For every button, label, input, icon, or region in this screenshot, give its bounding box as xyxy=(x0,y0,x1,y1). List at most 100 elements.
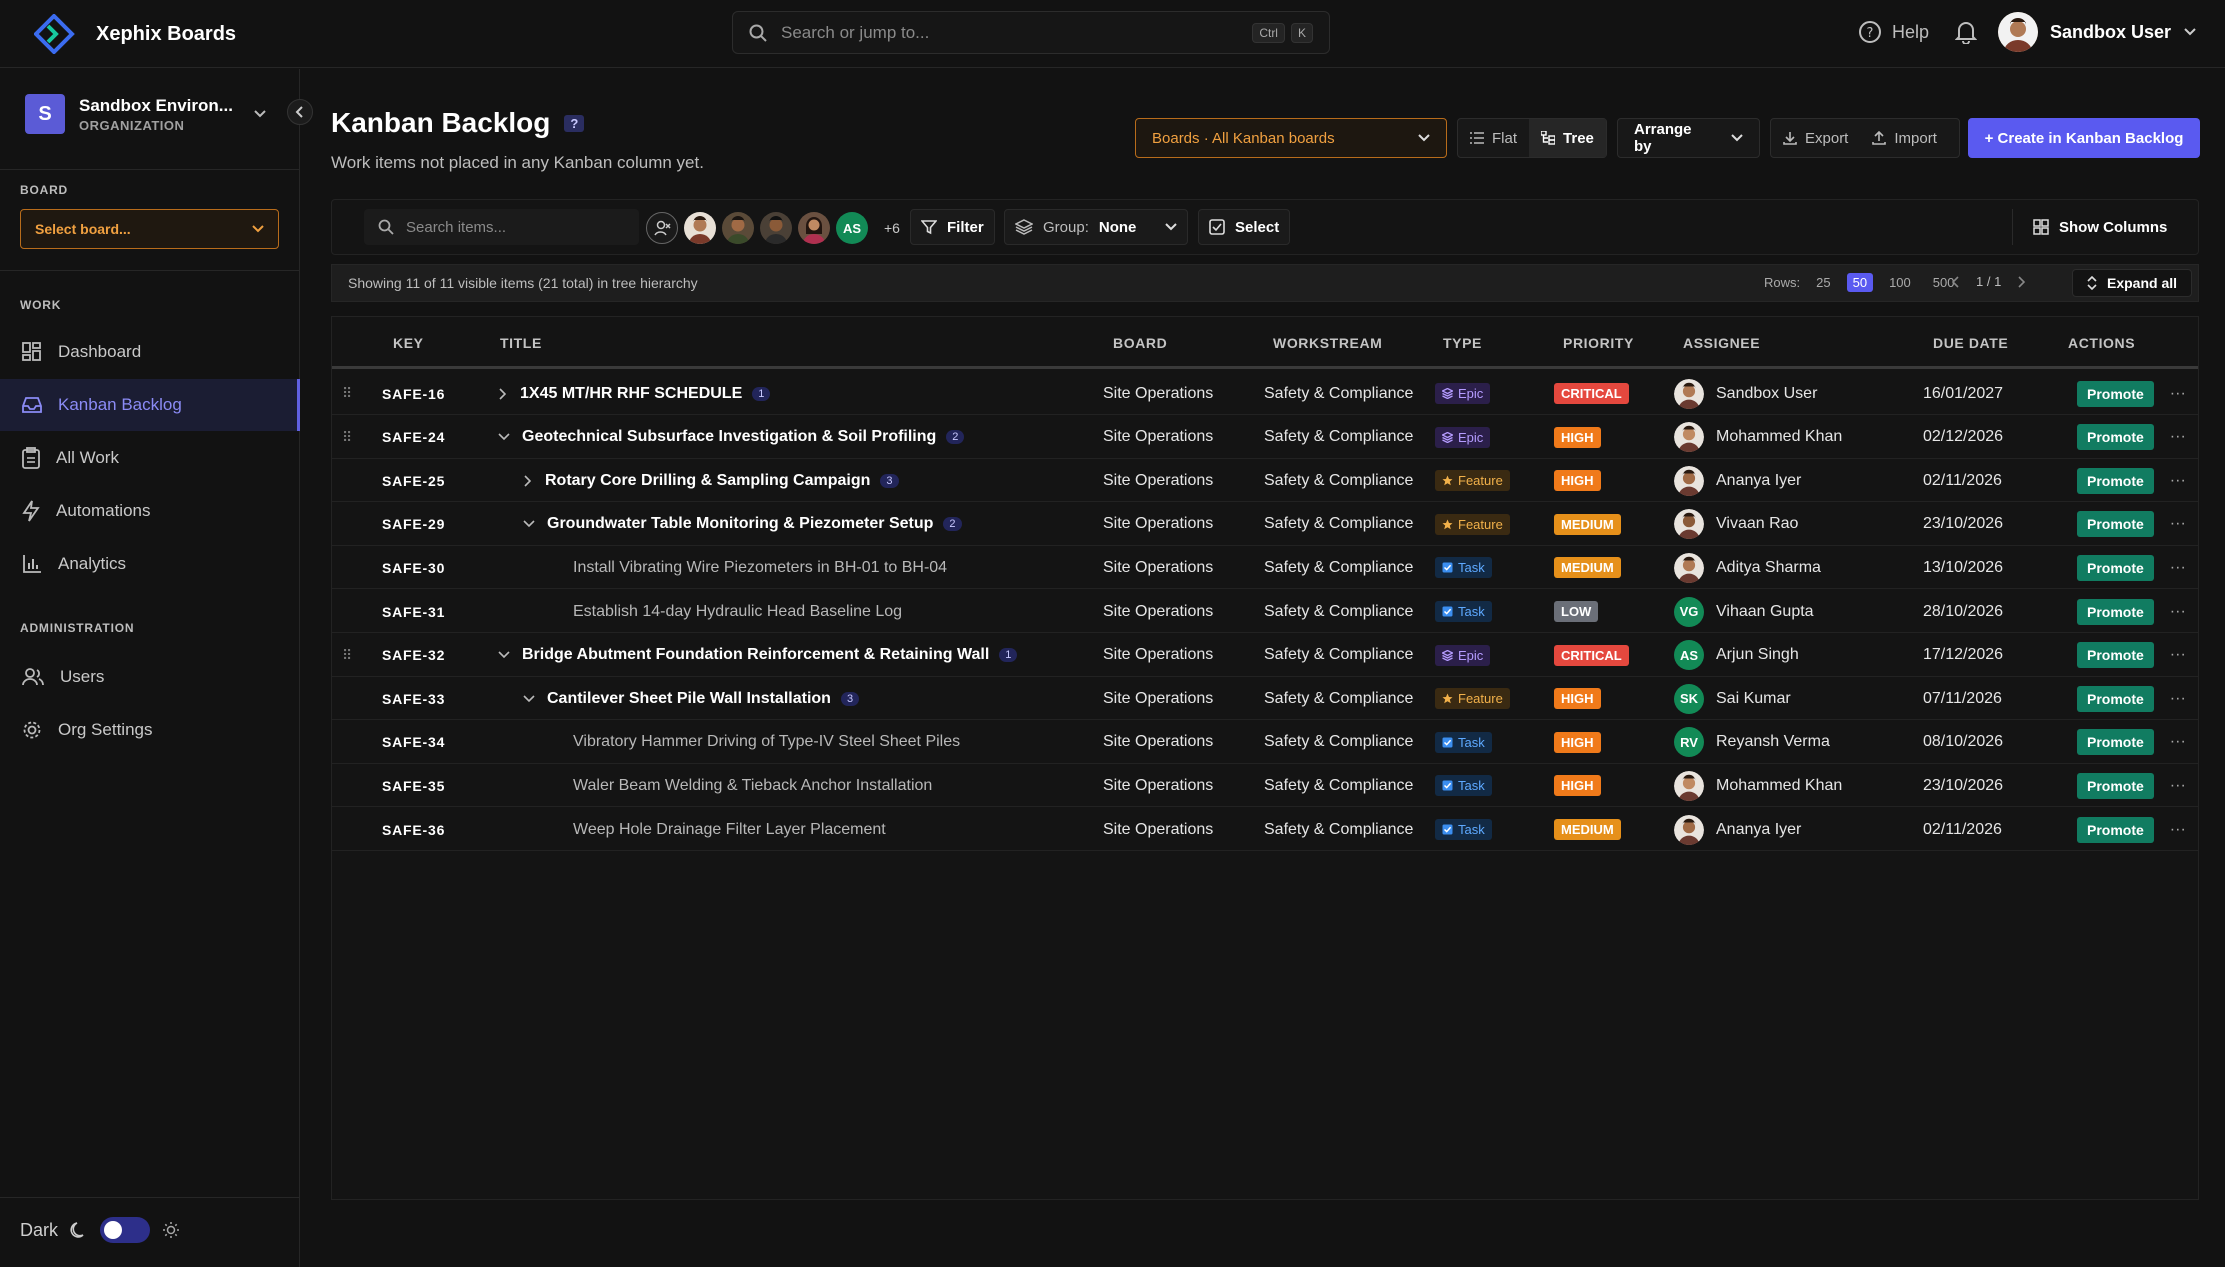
assignee-cell[interactable]: SK Sai Kumar xyxy=(1674,677,1791,720)
sidebar-item-kanban-backlog[interactable]: Kanban Backlog xyxy=(0,379,300,431)
group-by-dropdown[interactable]: Group: None xyxy=(1004,209,1188,245)
table-row[interactable]: SAFE-30 Install Vibrating Wire Piezometer… xyxy=(332,546,2198,590)
filter-button[interactable]: Filter xyxy=(910,209,995,245)
brand[interactable]: Xephix Boards xyxy=(34,14,236,54)
table-row[interactable]: ⠿ SAFE-32 Bridge Abutment Foundation Reinf… xyxy=(332,634,2198,677)
promote-button[interactable]: Promote xyxy=(2077,424,2154,451)
item-title[interactable]: Weep Hole Drainage Filter Layer Placemen… xyxy=(573,821,886,839)
import-button[interactable]: Import xyxy=(1860,119,1949,157)
expand-row-chevron-right-icon[interactable] xyxy=(523,475,531,487)
help-button[interactable]: ? Help xyxy=(1858,20,1929,44)
assignee-cell[interactable]: Vivaan Rao xyxy=(1674,503,1798,546)
promote-button[interactable]: Promote xyxy=(2077,554,2154,581)
sidebar-item-analytics[interactable]: Analytics xyxy=(0,538,300,590)
column-header-type[interactable]: TYPE xyxy=(1443,335,1482,351)
item-title[interactable]: 1X45 MT/HR RHF SCHEDULE xyxy=(520,385,742,403)
table-row[interactable]: SAFE-29 Groundwater Table Monitoring & Pi… xyxy=(332,503,2198,546)
collapse-row-chevron-down-icon[interactable] xyxy=(498,433,510,441)
item-key[interactable]: SAFE-16 xyxy=(382,372,445,415)
column-header-priority[interactable]: PRIORITY xyxy=(1563,335,1634,351)
expand-all-button[interactable]: Expand all xyxy=(2072,269,2193,297)
unassigned-filter-avatar[interactable] xyxy=(646,212,678,244)
view-tree-button[interactable]: Tree xyxy=(1529,119,1606,157)
item-key[interactable]: SAFE-29 xyxy=(382,503,445,546)
org-switcher[interactable]: S Sandbox Environ... ORGANIZATION xyxy=(25,94,267,134)
item-title[interactable]: Establish 14-day Hydraulic Head Baseline… xyxy=(573,603,902,621)
table-row[interactable]: SAFE-33 Cantilever Sheet Pile Wall Instal… xyxy=(332,677,2198,721)
collapse-row-chevron-down-icon[interactable] xyxy=(523,520,535,528)
column-header-key[interactable]: KEY xyxy=(393,335,424,351)
item-key[interactable]: SAFE-30 xyxy=(382,546,445,589)
more-actions-icon[interactable]: ··· xyxy=(2170,428,2186,446)
item-title[interactable]: Cantilever Sheet Pile Wall Installation xyxy=(547,690,831,708)
assignee-cell[interactable]: VG Vihaan Gupta xyxy=(1674,590,1814,633)
item-key[interactable]: SAFE-33 xyxy=(382,677,445,720)
sidebar-item-dashboard[interactable]: Dashboard xyxy=(0,326,300,378)
assignee-cell[interactable]: Mohammed Khan xyxy=(1674,416,1842,459)
item-title[interactable]: Install Vibrating Wire Piezometers in BH… xyxy=(573,559,947,577)
promote-button[interactable]: Promote xyxy=(2077,467,2154,494)
item-title[interactable]: Waler Beam Welding & Tieback Anchor Inst… xyxy=(573,777,932,795)
next-page-button[interactable] xyxy=(2017,275,2026,288)
column-header-due-date[interactable]: DUE DATE xyxy=(1933,335,2008,351)
select-button[interactable]: Select xyxy=(1198,209,1291,245)
item-key[interactable]: SAFE-32 xyxy=(382,634,445,677)
theme-toggle[interactable] xyxy=(100,1217,151,1243)
assignee-cell[interactable]: Aditya Sharma xyxy=(1674,546,1821,589)
more-actions-icon[interactable]: ··· xyxy=(2170,515,2186,533)
assignee-avatar[interactable] xyxy=(798,212,830,244)
drag-handle-icon[interactable]: ⠿ xyxy=(342,634,352,677)
assignee-avatar[interactable] xyxy=(722,212,754,244)
assignee-cell[interactable]: RV Reyansh Verma xyxy=(1674,721,1830,764)
promote-button[interactable]: Promote xyxy=(2077,816,2154,843)
table-row[interactable]: ⠿ SAFE-16 1X45 MT/HR RHF SCHEDULE 1 Site Ope… xyxy=(332,372,2198,415)
view-flat-button[interactable]: Flat xyxy=(1458,119,1529,157)
assignee-cell[interactable]: Ananya Iyer xyxy=(1674,808,1801,851)
promote-button[interactable]: Promote xyxy=(2077,772,2154,799)
drag-handle-icon[interactable]: ⠿ xyxy=(342,372,352,415)
item-title[interactable]: Rotary Core Drilling & Sampling Campaign xyxy=(545,472,870,490)
promote-button[interactable]: Promote xyxy=(2077,685,2154,712)
promote-button[interactable]: Promote xyxy=(2077,729,2154,756)
assignee-avatar-initials[interactable]: AS xyxy=(836,212,868,244)
expand-row-chevron-right-icon[interactable] xyxy=(498,387,506,400)
prev-page-button[interactable] xyxy=(1952,275,1960,288)
more-assignees[interactable]: +6 xyxy=(884,220,900,236)
notifications-button[interactable] xyxy=(1955,20,1977,44)
column-header-assignee[interactable]: ASSIGNEE xyxy=(1683,335,1760,351)
more-actions-icon[interactable]: ··· xyxy=(2170,646,2186,664)
collapse-row-chevron-down-icon[interactable] xyxy=(498,651,510,659)
board-select[interactable]: Select board... xyxy=(20,209,279,249)
more-actions-icon[interactable]: ··· xyxy=(2170,690,2186,708)
promote-button[interactable]: Promote xyxy=(2077,511,2154,538)
more-actions-icon[interactable]: ··· xyxy=(2170,777,2186,795)
promote-button[interactable]: Promote xyxy=(2077,642,2154,669)
table-row[interactable]: SAFE-34 Vibratory Hammer Driving of Type-… xyxy=(332,721,2198,764)
table-row[interactable]: SAFE-25 Rotary Core Drilling & Sampling C… xyxy=(332,459,2198,503)
sidebar-item-org-settings[interactable]: Org Settings xyxy=(0,704,300,756)
column-header-board[interactable]: BOARD xyxy=(1113,335,1167,351)
item-key[interactable]: SAFE-35 xyxy=(382,764,445,807)
table-row[interactable]: ⠿ SAFE-24 Geotechnical Subsurface Investig… xyxy=(332,416,2198,459)
item-key[interactable]: SAFE-25 xyxy=(382,459,445,502)
arrange-by-dropdown[interactable]: Arrange by xyxy=(1617,118,1760,158)
assignee-cell[interactable]: Mohammed Khan xyxy=(1674,764,1842,807)
more-actions-icon[interactable]: ··· xyxy=(2170,559,2186,577)
sidebar-item-all-work[interactable]: All Work xyxy=(0,432,300,484)
boards-filter-dropdown[interactable]: Boards · All Kanban boards xyxy=(1135,118,1447,158)
create-item-button[interactable]: + Create in Kanban Backlog xyxy=(1968,118,2200,158)
show-columns-button[interactable]: Show Columns xyxy=(2012,209,2177,245)
item-title[interactable]: Geotechnical Subsurface Investigation & … xyxy=(522,428,936,446)
more-actions-icon[interactable]: ··· xyxy=(2170,821,2186,839)
table-row[interactable]: SAFE-36 Weep Hole Drainage Filter Layer P… xyxy=(332,808,2198,851)
item-title[interactable]: Bridge Abutment Foundation Reinforcement… xyxy=(522,646,989,664)
assignee-cell[interactable]: Ananya Iyer xyxy=(1674,459,1801,502)
item-key[interactable]: SAFE-31 xyxy=(382,590,445,633)
more-actions-icon[interactable]: ··· xyxy=(2170,603,2186,621)
more-actions-icon[interactable]: ··· xyxy=(2170,472,2186,490)
assignee-avatar[interactable] xyxy=(684,212,716,244)
table-row[interactable]: SAFE-35 Waler Beam Welding & Tieback Anch… xyxy=(332,764,2198,808)
item-title[interactable]: Vibratory Hammer Driving of Type-IV Stee… xyxy=(573,733,960,751)
item-key[interactable]: SAFE-24 xyxy=(382,416,445,459)
assignee-cell[interactable]: Sandbox User xyxy=(1674,372,1817,415)
